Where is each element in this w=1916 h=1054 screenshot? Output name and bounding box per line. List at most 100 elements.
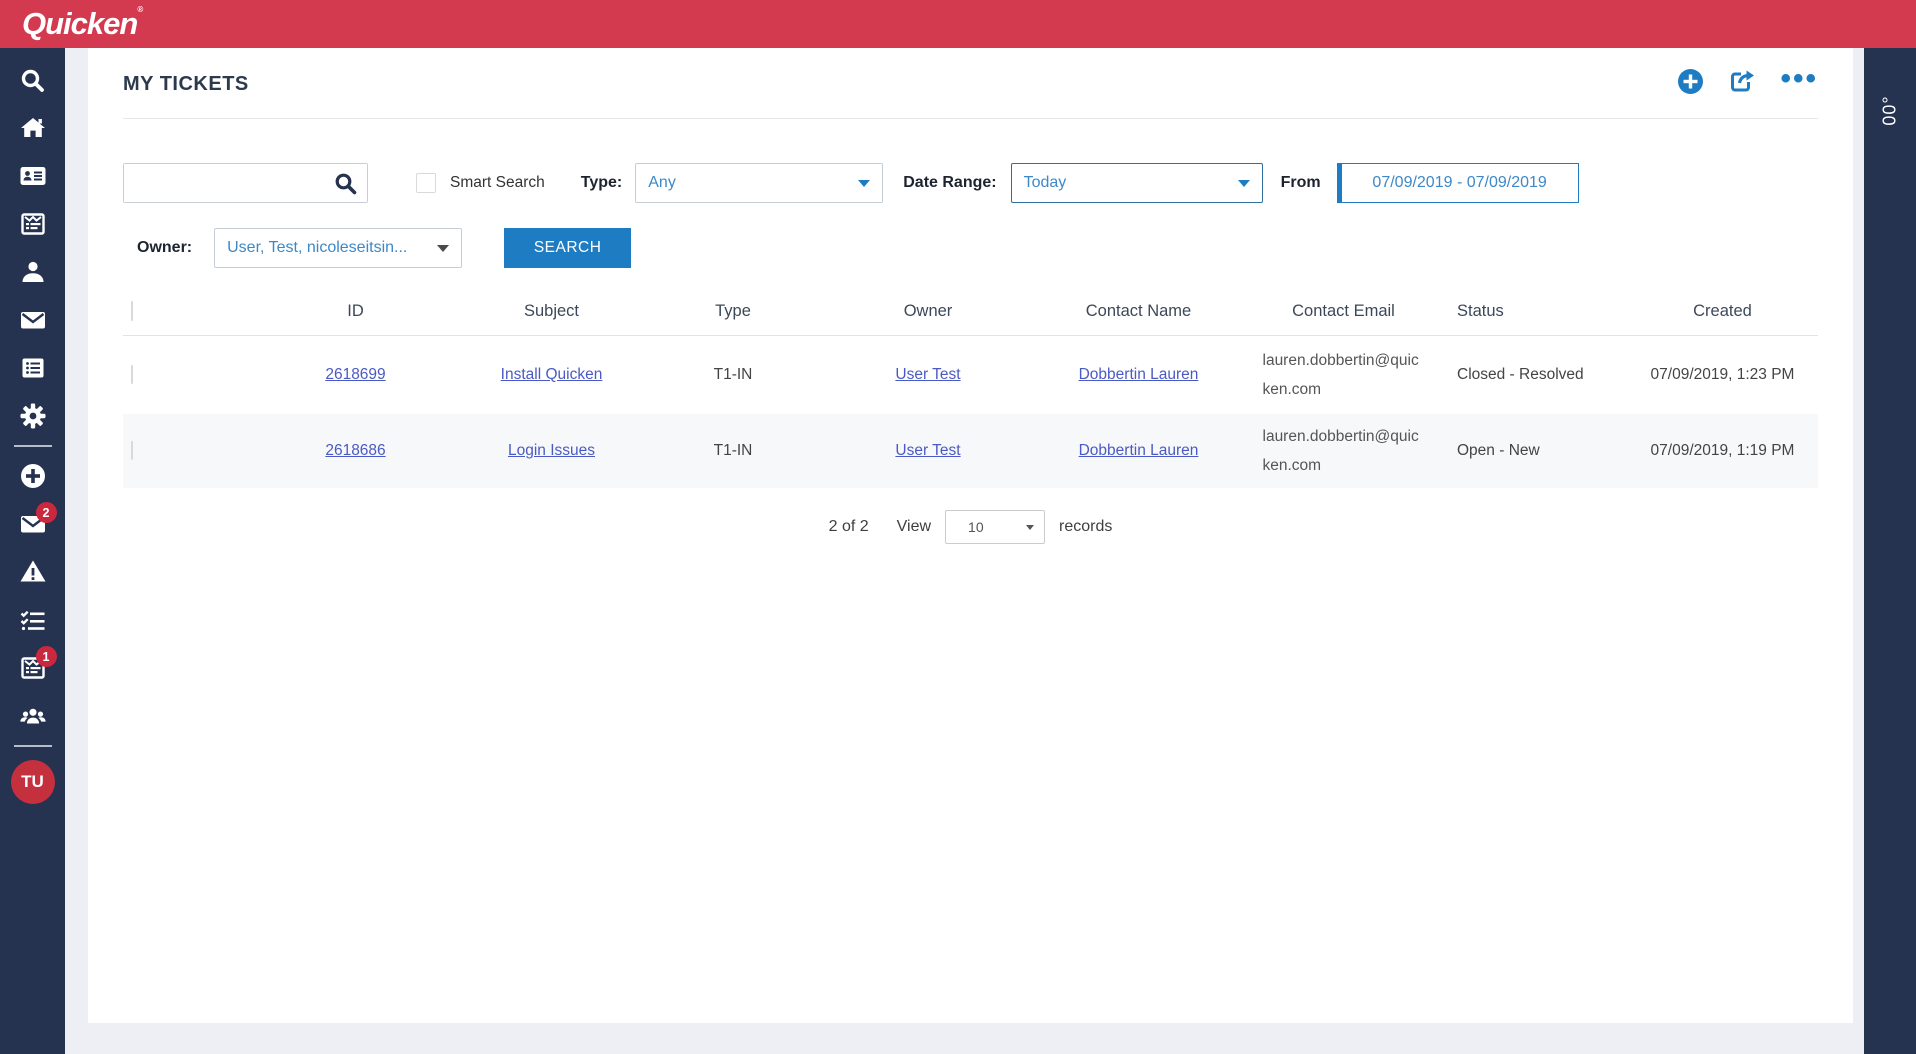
- owner-value: User, Test, nicoleseitsin...: [227, 239, 407, 257]
- col-header-created[interactable]: Created: [1627, 302, 1818, 321]
- contact-email: lauren.dobbertin@quicken.com: [1263, 346, 1425, 405]
- sidebar-item-inbox[interactable]: 2: [0, 500, 65, 548]
- ticket-type: T1-IN: [643, 442, 823, 460]
- caret-icon: [1026, 525, 1034, 530]
- add-ticket-button[interactable]: [1677, 68, 1704, 100]
- col-header-contact-email[interactable]: Contact Email: [1244, 302, 1443, 321]
- contact-name-link[interactable]: Dobbertin Lauren: [1079, 366, 1199, 383]
- registered-mark: ®: [137, 5, 142, 14]
- col-header-contact-name[interactable]: Contact Name: [1033, 302, 1244, 321]
- page-title: MY TICKETS: [123, 73, 249, 96]
- title-divider: [123, 118, 1818, 119]
- col-header-owner[interactable]: Owner: [823, 302, 1033, 321]
- ticket-badge: 1: [36, 646, 57, 667]
- view-label: View: [897, 518, 931, 536]
- ticket-search-field: [123, 163, 368, 203]
- contact-name-link[interactable]: Dobbertin Lauren: [1079, 442, 1199, 459]
- search-input[interactable]: [124, 164, 367, 202]
- tasks-icon: [19, 606, 47, 634]
- settings-icon: [19, 402, 47, 430]
- ticket-owner-link[interactable]: User Test: [895, 366, 960, 383]
- sidebar-divider: [14, 445, 52, 447]
- ticket-notify-icon: 1: [19, 654, 47, 682]
- sidebar-item-teams[interactable]: [0, 692, 65, 740]
- col-header-id[interactable]: ID: [251, 302, 460, 321]
- type-dropdown[interactable]: Any: [635, 163, 883, 203]
- col-header-subject[interactable]: Subject: [460, 302, 643, 321]
- col-header-type[interactable]: Type: [643, 302, 823, 321]
- sidebar-item-settings[interactable]: [0, 392, 65, 440]
- inbox-badge: 2: [36, 502, 57, 523]
- sidebar-divider-bottom: [14, 745, 52, 747]
- add-icon: [1677, 68, 1704, 100]
- smart-search-label: Smart Search: [450, 174, 545, 192]
- contact-email: lauren.dobbertin@quicken.com: [1263, 422, 1425, 481]
- sidebar-item-alerts[interactable]: [0, 548, 65, 596]
- date-range-dropdown[interactable]: Today: [1011, 163, 1263, 203]
- sidebar-item-contacts[interactable]: [0, 152, 65, 200]
- title-toolbar: •••: [1677, 68, 1818, 100]
- team-icon: [19, 702, 47, 730]
- ticket-subject-link[interactable]: Install Quicken: [501, 366, 603, 383]
- home-icon: [19, 114, 47, 142]
- record-count: 2 of 2: [829, 518, 869, 536]
- sidebar-item-profile[interactable]: [0, 248, 65, 296]
- sidebar-item-lists[interactable]: [0, 344, 65, 392]
- table-row: 2618699 Install Quicken T1-IN User Test …: [123, 336, 1818, 414]
- col-header-status[interactable]: Status: [1443, 302, 1627, 321]
- ticket-icon: [19, 210, 47, 238]
- date-range-value: Today: [1024, 174, 1067, 192]
- owner-label: Owner:: [137, 239, 192, 257]
- caret-icon: [858, 180, 870, 187]
- pagination: 2 of 2 View 10 records: [123, 510, 1818, 544]
- sidebar-item-search[interactable]: [0, 56, 65, 104]
- add-circle-icon: [19, 462, 47, 490]
- date-range-label: Date Range:: [903, 174, 996, 192]
- caret-icon: [1238, 180, 1250, 187]
- list-icon: [19, 354, 47, 382]
- ticket-id-link[interactable]: 2618699: [325, 366, 385, 383]
- main-content: MY TICKETS ••• Smar: [88, 48, 1853, 1023]
- input-search-icon[interactable]: [333, 171, 359, 202]
- row-checkbox[interactable]: [131, 441, 133, 460]
- ticket-created: 07/09/2019, 1:23 PM: [1627, 366, 1818, 384]
- app-header: Quicken®: [0, 0, 1916, 48]
- page-size-value: 10: [968, 519, 984, 535]
- from-date-input[interactable]: 07/09/2019 - 07/09/2019: [1337, 163, 1579, 203]
- smart-search-checkbox[interactable]: [416, 173, 436, 193]
- more-icon: •••: [1780, 74, 1818, 94]
- row-checkbox[interactable]: [131, 365, 133, 384]
- sidebar-item-mail[interactable]: [0, 296, 65, 344]
- ticket-created: 07/09/2019, 1:19 PM: [1627, 442, 1818, 460]
- user-avatar[interactable]: TU: [11, 760, 55, 804]
- ticket-status: Open - New: [1443, 442, 1627, 460]
- table-row: 2618686 Login Issues T1-IN User Test Dob…: [123, 414, 1818, 488]
- select-all-checkbox[interactable]: [131, 301, 133, 321]
- ticket-status: Closed - Resolved: [1443, 366, 1627, 384]
- export-button[interactable]: [1728, 68, 1756, 100]
- mail-icon: [19, 306, 47, 334]
- from-label: From: [1281, 174, 1321, 192]
- records-label: records: [1059, 518, 1112, 536]
- person-icon: [19, 258, 47, 286]
- sidebar-item-add[interactable]: [0, 452, 65, 500]
- ticket-id-link[interactable]: 2618686: [325, 442, 385, 459]
- collapsed-right-panel[interactable]: 00°: [1864, 48, 1916, 1054]
- quicken-logo: Quicken®: [22, 5, 142, 42]
- search-button[interactable]: SEARCH: [504, 228, 631, 268]
- mail-notify-icon: 2: [19, 510, 47, 538]
- collapsed-panel-label: 00°: [1879, 95, 1900, 125]
- caret-icon: [437, 245, 449, 252]
- contact-card-icon: [19, 162, 47, 190]
- owner-dropdown[interactable]: User, Test, nicoleseitsin...: [214, 228, 462, 268]
- ticket-subject-link[interactable]: Login Issues: [508, 442, 595, 459]
- more-options-button[interactable]: •••: [1780, 74, 1818, 94]
- sidebar-item-my-tickets[interactable]: 1: [0, 644, 65, 692]
- page-size-select[interactable]: 10: [945, 510, 1045, 544]
- table-header: ID Subject Type Owner Contact Name Conta…: [123, 288, 1818, 336]
- ticket-owner-link[interactable]: User Test: [895, 442, 960, 459]
- sidebar-item-home[interactable]: [0, 104, 65, 152]
- left-sidebar: 2 1 TU: [0, 48, 65, 1054]
- sidebar-item-tickets[interactable]: [0, 200, 65, 248]
- sidebar-item-tasks[interactable]: [0, 596, 65, 644]
